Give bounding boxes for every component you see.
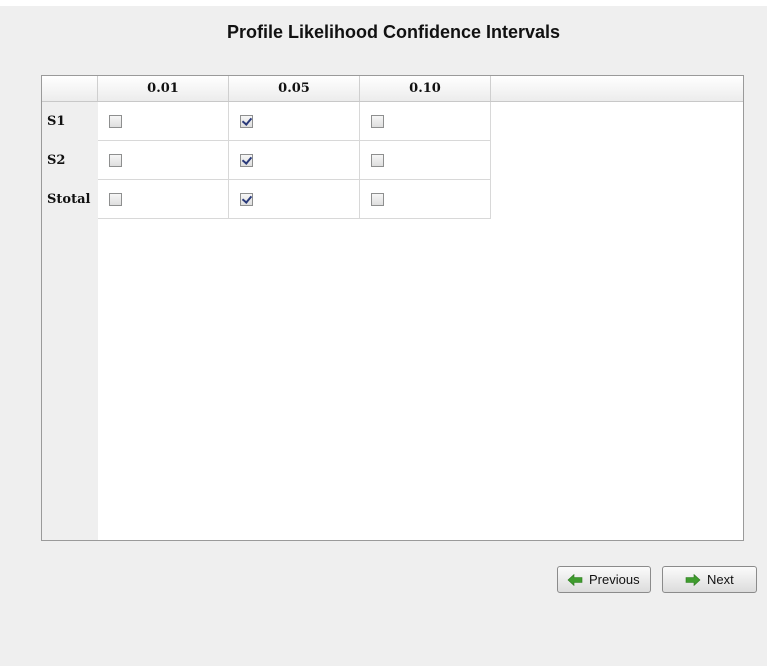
page-title: Profile Likelihood Confidence Intervals [226,22,561,42]
checkbox[interactable] [109,114,122,128]
checkbox[interactable] [240,114,253,128]
checkbox[interactable] [371,114,384,128]
column-header: 0.01 [98,76,229,101]
table-cell [98,180,229,219]
row-header: S1 [47,114,66,129]
table-cell [229,102,360,141]
arrow-left-icon [567,573,583,586]
top-strip [0,0,767,6]
arrow-right-icon [685,573,701,586]
table-cell [229,180,360,219]
table-row: Stotal [42,180,491,219]
checkbox[interactable] [371,153,384,167]
previous-button-label: Previous [589,572,640,587]
table-cell [98,102,229,141]
table-cell [360,141,491,180]
table-cell [360,180,491,219]
checkbox[interactable] [109,192,122,206]
next-button-label: Next [707,572,734,587]
confidence-interval-table: 0.01 0.05 0.10 S1 S2 Stotal [41,75,744,541]
checkbox[interactable] [240,192,253,206]
table-cell [229,141,360,180]
corner-header [42,76,98,101]
table-cell [360,102,491,141]
table-header-row: 0.01 0.05 0.10 [42,76,743,102]
column-header: 0.10 [360,76,491,101]
checkbox[interactable] [240,153,253,167]
checkbox[interactable] [371,192,384,206]
row-header: S2 [47,153,66,168]
table-row: S1 [42,102,491,141]
header-filler [491,76,743,101]
table-cell [98,141,229,180]
previous-button[interactable]: Previous [557,566,651,593]
checkbox[interactable] [109,153,122,167]
row-header: Stotal [47,192,91,207]
column-header: 0.05 [229,76,360,101]
table-row: S2 [42,141,491,180]
next-button[interactable]: Next [662,566,757,593]
